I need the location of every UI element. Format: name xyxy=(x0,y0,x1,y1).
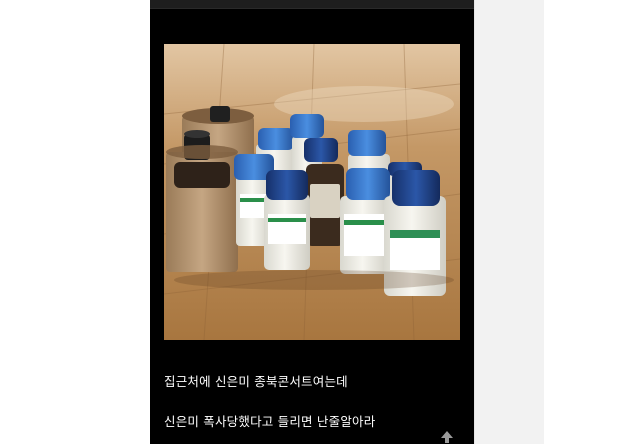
arrow-up-icon xyxy=(441,431,453,443)
right-sidebar xyxy=(474,0,545,444)
page: 집근처에 신은미 종북콘서트여는데 신은미 폭사당했다고 들리면 난줄알아라 xyxy=(0,0,640,444)
post-caption-line-2: 신은미 폭사당했다고 들리면 난줄알아라 xyxy=(164,414,376,429)
post-topbar xyxy=(150,0,474,9)
post-photo[interactable] xyxy=(164,44,460,340)
left-gutter xyxy=(0,0,150,444)
post-caption-line-1: 집근처에 신은미 종북콘서트여는데 xyxy=(164,374,348,389)
scroll-to-top-button[interactable] xyxy=(440,429,454,443)
post-viewer: 집근처에 신은미 종북콘서트여는데 신은미 폭사당했다고 들리면 난줄알아라 xyxy=(150,0,474,444)
right-gutter xyxy=(544,0,640,444)
